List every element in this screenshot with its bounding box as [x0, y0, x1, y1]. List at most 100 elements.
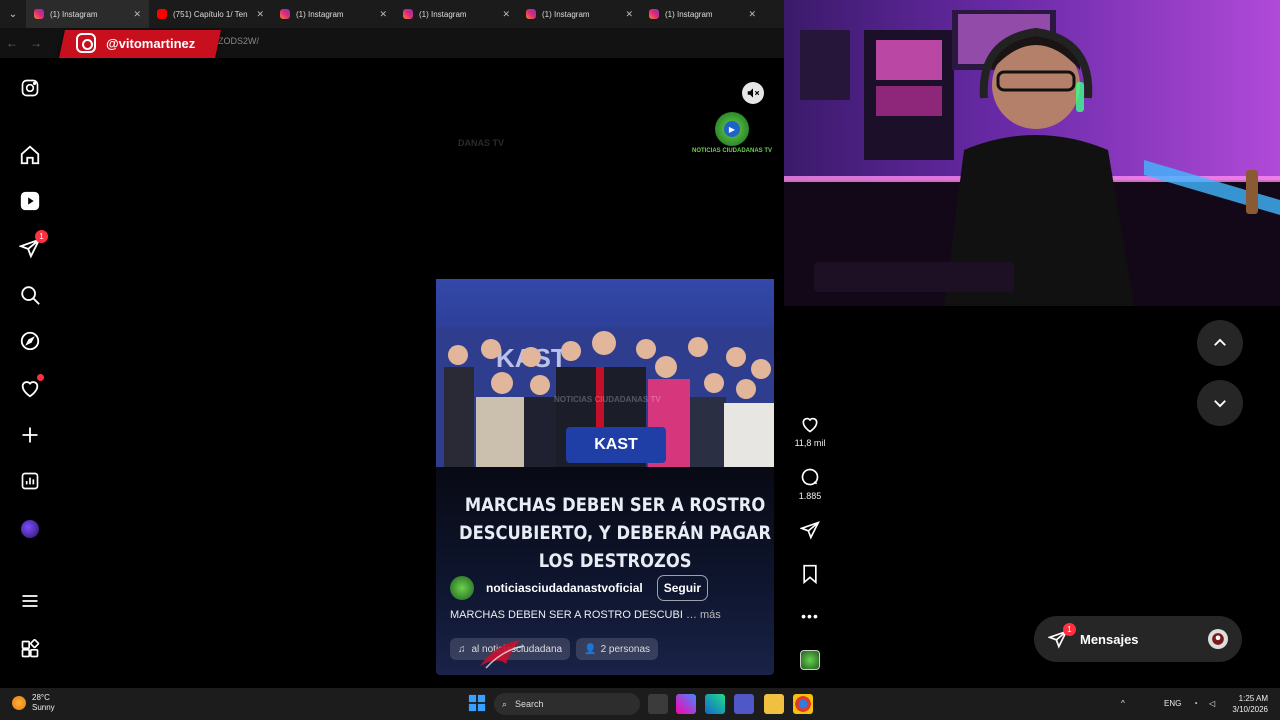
- teams-icon[interactable]: [734, 694, 754, 714]
- browser-tab-3[interactable]: (1) Instagram ✕: [395, 0, 518, 28]
- mute-button[interactable]: [742, 82, 764, 104]
- windows-start-icon[interactable]: [468, 694, 488, 714]
- channel-logo-text: NOTICIAS CIUDADANAS TV: [692, 148, 773, 154]
- save-action[interactable]: [790, 564, 830, 584]
- folder-icon[interactable]: [764, 694, 784, 714]
- next-reel-button[interactable]: [1197, 380, 1243, 426]
- author-avatar[interactable]: [450, 576, 474, 600]
- temperature: 28°C: [32, 693, 50, 702]
- follow-button[interactable]: Seguir: [656, 575, 709, 601]
- screen: ⌄ (1) Instagram ✕ (751) Capítulo 1/ Ten …: [0, 0, 1280, 720]
- play-icon: ▶: [724, 121, 740, 137]
- send-icon: [800, 521, 820, 540]
- heart-icon: [802, 417, 818, 433]
- instagram-icon: [76, 33, 96, 53]
- more-options-action[interactable]: •••: [790, 608, 830, 624]
- chevron-down-icon: [1214, 400, 1226, 408]
- notification-badge: 1: [35, 230, 48, 243]
- news-photo: KAST NOTICIAS CIUDADANAS TV KAST: [436, 279, 774, 467]
- youtube-icon: [157, 9, 167, 19]
- instagram-icon: [403, 9, 413, 19]
- people-label: 2 personas: [600, 643, 651, 655]
- instagram-icon: [526, 9, 536, 19]
- close-icon[interactable]: ✕: [133, 9, 141, 20]
- share-action[interactable]: [790, 520, 830, 540]
- avatar: [1208, 629, 1228, 649]
- tab-title: (751) Capítulo 1/ Ten: [173, 9, 248, 19]
- instagram-icon: [649, 9, 659, 19]
- edge-icon[interactable]: [705, 694, 725, 714]
- author-name[interactable]: noticiasciudadanastvoficial: [486, 581, 643, 595]
- comment-count: 1.885: [798, 491, 822, 501]
- windows-taskbar: 28°C Sunny ⌕ Search ^ ENG ◔ ◁ 1:25 AM 3/…: [0, 688, 1280, 720]
- browser-tab-2[interactable]: (1) Instagram ✕: [272, 0, 395, 28]
- heart-icon[interactable]: [18, 374, 44, 400]
- like-action[interactable]: 11,8 mil: [790, 414, 830, 448]
- menu-icon[interactable]: [18, 589, 42, 613]
- reel-video[interactable]: DANAS TV ▶ NOTICIAS CIUDADANAS TV KAST: [436, 72, 774, 675]
- speaker-muted-icon: [747, 88, 760, 98]
- chrome-icon[interactable]: [793, 694, 813, 714]
- instagram-icon: [280, 9, 290, 19]
- browser-tab-4[interactable]: (1) Instagram ✕: [518, 0, 641, 28]
- music-note-icon: ♫: [458, 643, 466, 655]
- plus-icon[interactable]: [18, 423, 42, 447]
- url-text[interactable]: ZODS2W/: [218, 36, 259, 46]
- browser-tab-1[interactable]: (751) Capítulo 1/ Ten ✕: [149, 0, 272, 28]
- notification-dot: [37, 374, 44, 381]
- weather-text: 28°C Sunny: [32, 693, 55, 713]
- tab-search-icon[interactable]: ⌄: [0, 0, 26, 28]
- more-dots-icon: •••: [801, 608, 819, 624]
- close-icon[interactable]: ✕: [502, 9, 510, 20]
- comment-action[interactable]: 1.885: [790, 467, 830, 501]
- close-icon[interactable]: ✕: [625, 9, 633, 20]
- copilot-icon[interactable]: [676, 694, 696, 714]
- browser-tab-bar: ⌄ (1) Instagram ✕ (751) Capítulo 1/ Ten …: [0, 0, 784, 28]
- browser-tab-5[interactable]: (1) Instagram ✕: [641, 0, 764, 28]
- reel-headline: MARCHAS DEBEN SER A ROSTRO DESCUBIERTO, …: [459, 494, 772, 572]
- comment-icon: [801, 468, 819, 486]
- wifi-icon[interactable]: ◔: [1193, 699, 1198, 708]
- send-icon[interactable]: 1: [18, 230, 48, 260]
- close-icon[interactable]: ✕: [748, 9, 756, 20]
- rog-logo-overlay: [480, 640, 525, 669]
- chevron-up-icon[interactable]: ^: [1121, 699, 1125, 708]
- instagram-logo-icon[interactable]: [18, 76, 42, 100]
- forward-arrow-icon[interactable]: →: [24, 36, 48, 50]
- bookmark-icon: [803, 564, 817, 584]
- clock-time: 1:25 AM: [1238, 694, 1268, 703]
- volume-icon[interactable]: ◁: [1209, 699, 1215, 708]
- search-icon[interactable]: [18, 283, 42, 307]
- close-icon[interactable]: ✕: [379, 9, 387, 20]
- sun-icon: [12, 696, 26, 710]
- apps-icon[interactable]: [18, 637, 42, 661]
- like-count: 11,8 mil: [794, 438, 826, 448]
- stream-handle-content: @vitomartinez: [76, 33, 195, 53]
- stream-handle: @vitomartinez: [106, 35, 196, 51]
- profile-avatar[interactable]: [18, 517, 42, 541]
- send-icon: 1: [1047, 623, 1076, 649]
- home-icon[interactable]: [18, 143, 42, 167]
- search-icon: ⌕: [502, 698, 508, 709]
- compass-icon[interactable]: [18, 329, 42, 353]
- messages-button[interactable]: 1 Mensajes: [1034, 616, 1242, 662]
- chevron-up-icon: [1214, 338, 1226, 346]
- caption-more-link[interactable]: … más: [686, 609, 721, 621]
- taskbar-clock[interactable]: 1:25 AM 3/10/2026: [1224, 693, 1268, 715]
- messages-badge: 1: [1063, 623, 1076, 636]
- language-indicator[interactable]: ENG: [1164, 699, 1181, 708]
- taskbar-search[interactable]: ⌕ Search: [494, 693, 640, 715]
- reels-icon[interactable]: [18, 189, 42, 213]
- tagged-people-pill[interactable]: 👤 2 personas: [576, 638, 659, 660]
- chart-icon[interactable]: [18, 469, 42, 493]
- task-view-icon[interactable]: [648, 694, 668, 714]
- previous-reel-button[interactable]: [1197, 320, 1243, 366]
- weather-widget[interactable]: 28°C Sunny: [12, 693, 55, 713]
- browser-tab-0[interactable]: (1) Instagram ✕: [26, 0, 149, 28]
- search-placeholder: Search: [515, 699, 544, 709]
- reel-caption[interactable]: MARCHAS DEBEN SER A ROSTRO DESCUBI … más: [450, 609, 721, 621]
- close-icon[interactable]: ✕: [256, 9, 264, 20]
- back-arrow-icon[interactable]: ←: [0, 36, 24, 50]
- caption-text: MARCHAS DEBEN SER A ROSTRO DESCUBI: [450, 609, 683, 621]
- audio-thumbnail[interactable]: [800, 650, 820, 670]
